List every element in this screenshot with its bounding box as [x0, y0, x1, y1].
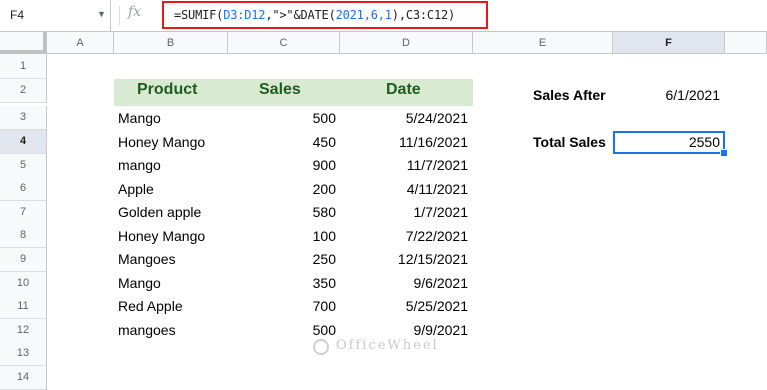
row-header-9[interactable]: 9	[0, 248, 47, 272]
select-all-corner[interactable]	[0, 32, 47, 54]
name-box-value: F4	[10, 8, 25, 22]
sales-after-label[interactable]: Sales After	[533, 84, 606, 108]
product-cell[interactable]: Honey Mango	[118, 225, 205, 249]
watermark: OfficeWheel	[336, 338, 439, 353]
column-header-a[interactable]: A	[47, 32, 114, 54]
row-header-10[interactable]: 10	[0, 272, 47, 296]
date-cell[interactable]: 7/22/2021	[340, 225, 468, 249]
column-header-d[interactable]: D	[340, 32, 473, 54]
product-cell[interactable]: Mango	[118, 272, 161, 296]
name-box[interactable]: F4 ▼	[0, 0, 111, 31]
product-cell[interactable]: mango	[118, 154, 161, 178]
column-header-c[interactable]: C	[228, 32, 340, 54]
formula-divider	[119, 6, 120, 25]
fill-handle[interactable]	[720, 149, 728, 157]
row-header-2[interactable]: 2	[0, 79, 47, 103]
sales-cell[interactable]: 500	[228, 107, 336, 131]
fx-icon: fx	[128, 4, 142, 20]
row-header-3[interactable]: 3	[0, 106, 47, 130]
product-cell[interactable]: mangoes	[118, 319, 176, 343]
row-header-14[interactable]: 14	[0, 366, 47, 390]
product-cell[interactable]: Red Apple	[118, 295, 183, 319]
sales-cell[interactable]: 100	[228, 225, 336, 249]
sales-cell[interactable]: 580	[228, 201, 336, 225]
date-cell[interactable]: 9/6/2021	[340, 272, 469, 296]
date-cell[interactable]: 11/7/2021	[340, 154, 468, 178]
column-header-f[interactable]: F	[613, 32, 725, 54]
product-cell[interactable]: Golden apple	[118, 201, 201, 225]
sales-cell[interactable]: 450	[228, 131, 336, 155]
row-header-7[interactable]: 7	[0, 201, 47, 225]
formula-text: =SUMIF(D3:D12,">"&DATE(2021,6,1),C3:C12)	[174, 8, 456, 22]
total-sales-label[interactable]: Total Sales	[533, 131, 606, 155]
formula-input[interactable]: =SUMIF(D3:D12,">"&DATE(2021,6,1),C3:C12)	[162, 1, 488, 29]
row-header-12[interactable]: 12	[0, 319, 47, 343]
sales-cell[interactable]: 250	[228, 248, 336, 272]
date-cell[interactable]: 11/16/2021	[340, 131, 468, 155]
chevron-down-icon[interactable]: ▼	[97, 9, 106, 19]
column-header-g[interactable]	[725, 32, 767, 54]
row-header-5[interactable]: 5	[0, 154, 47, 178]
watermark-logo-icon	[313, 339, 329, 355]
column-header-e[interactable]: E	[473, 32, 613, 54]
row-header-13[interactable]: 13	[0, 342, 47, 366]
row-header-8[interactable]: 8	[0, 224, 47, 248]
sales-cell[interactable]: 900	[228, 154, 336, 178]
row-header-1[interactable]: 1	[0, 55, 47, 79]
product-cell[interactable]: Apple	[118, 178, 154, 202]
total-sales-value[interactable]: 2550	[613, 131, 720, 155]
date-cell[interactable]: 1/7/2021	[340, 201, 469, 225]
sales-cell[interactable]: 700	[228, 295, 336, 319]
formula-bar: F4 ▼ fx =SUMIF(D3:D12,">"&DATE(2021,6,1)…	[0, 0, 767, 32]
sales-header: Sales	[259, 81, 301, 98]
row-header-4[interactable]: 4	[0, 130, 47, 154]
date-cell[interactable]: 4/11/2021	[340, 178, 468, 202]
date-cell[interactable]: 12/15/2021	[340, 248, 468, 272]
sales-cell[interactable]: 200	[228, 178, 336, 202]
product-cell[interactable]: Mango	[118, 107, 161, 131]
date-cell[interactable]: 5/24/2021	[340, 107, 468, 131]
sales-cell[interactable]: 350	[228, 272, 336, 296]
date-header: Date	[386, 81, 421, 98]
sales-after-value[interactable]: 6/1/2021	[613, 84, 721, 108]
row-header-11[interactable]: 11	[0, 295, 47, 319]
product-cell[interactable]: Honey Mango	[118, 131, 205, 155]
product-header: Product	[137, 81, 198, 98]
column-header-b[interactable]: B	[114, 32, 228, 54]
date-cell[interactable]: 5/25/2021	[340, 295, 468, 319]
row-header-6[interactable]: 6	[0, 177, 47, 201]
product-cell[interactable]: Mangoes	[118, 248, 176, 272]
